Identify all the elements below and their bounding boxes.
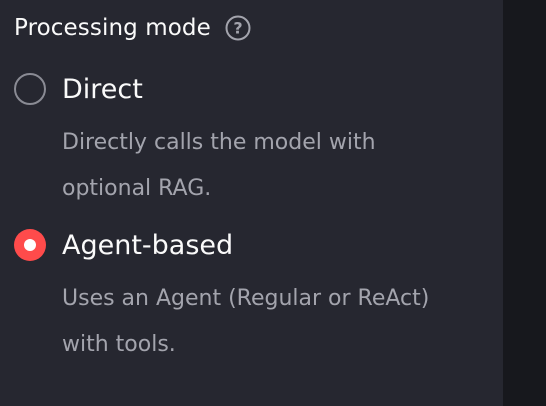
option-agent-based-label[interactable]: Agent-based: [62, 230, 233, 261]
option-agent-based[interactable]: Agent-based Uses an Agent (Regular or Re…: [14, 228, 462, 368]
radio-agent-based[interactable]: [14, 229, 46, 261]
question-circle-icon[interactable]: ?: [225, 15, 251, 41]
option-agent-based-description: Uses an Agent (Regular or ReAct) with to…: [62, 286, 430, 357]
processing-mode-panel: Processing mode ? Direct Directly calls …: [0, 0, 503, 406]
right-edge-panel: [503, 0, 546, 406]
option-agent-based-row[interactable]: Agent-based: [14, 228, 462, 262]
option-direct-row[interactable]: Direct: [14, 72, 462, 106]
option-direct-label[interactable]: Direct: [62, 74, 143, 105]
svg-text:?: ?: [233, 19, 242, 38]
option-direct[interactable]: Direct Directly calls the model with opt…: [14, 72, 462, 212]
processing-mode-header: Processing mode ?: [14, 10, 251, 46]
processing-mode-label: Processing mode: [14, 15, 211, 41]
option-direct-description: Directly calls the model with optional R…: [62, 130, 376, 201]
radio-direct[interactable]: [14, 73, 46, 105]
